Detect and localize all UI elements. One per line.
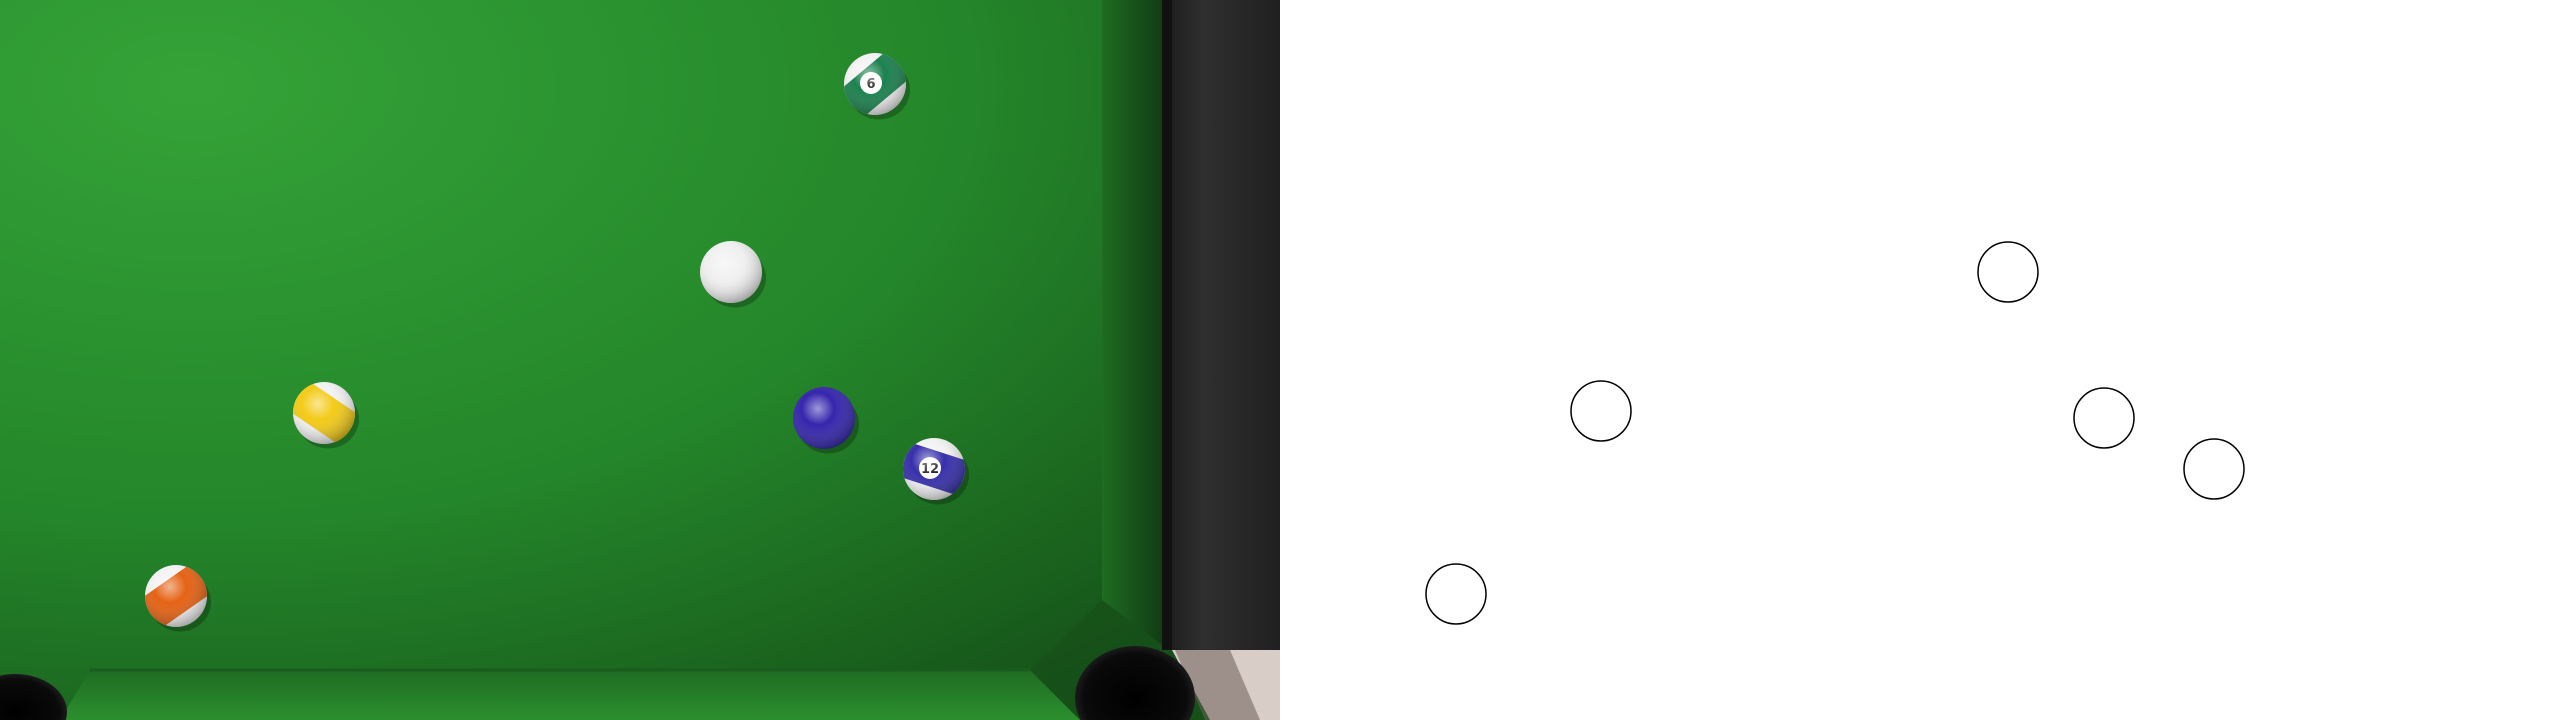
overlay-circle-3 [2073, 387, 2135, 449]
overlay-circle-2 [1570, 380, 1632, 442]
right-rail [1162, 0, 1280, 650]
pool-table-view[interactable]: 612 [0, 0, 1280, 720]
right-cushion [1102, 0, 1162, 645]
overlay-layer [1425, 241, 2245, 625]
overlay-circle-4 [2183, 438, 2245, 500]
game-scene: 612 [0, 0, 2560, 720]
overlay-circle-1 [1977, 241, 2039, 303]
ball-overlay-view [1280, 0, 2560, 720]
overlay-circle-5 [1425, 563, 1487, 625]
pool-table: 612 [0, 0, 1280, 720]
bottom-cushion [60, 670, 1080, 720]
ball-overlay [1425, 241, 2245, 625]
